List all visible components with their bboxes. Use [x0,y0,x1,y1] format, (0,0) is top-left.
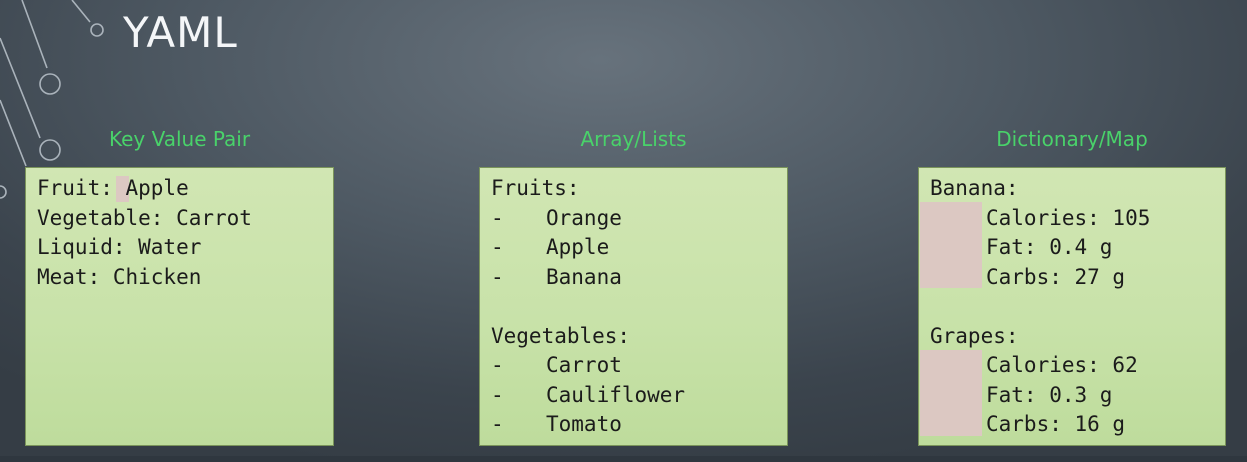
array-lists-panel: Fruits: - Orange - Apple - Banana Vegetable… [479,167,788,446]
map-property: Calories: 105 [930,204,1150,234]
list-dash: - [491,205,504,230]
list-item-value: Tomato [546,412,622,436]
heading-key-value-pair: Key Value Pair [108,127,251,151]
list-item: - Apple [491,233,685,263]
list-dash: - [491,264,504,289]
code-line: Fruit: Apple [37,176,189,200]
list-item-value: Orange [546,205,622,230]
map-property: Calories: 62 [930,351,1150,381]
list-item-value: Cauliflower [546,382,686,407]
circuit-line [0,99,27,167]
code-line: Liquid: Water [37,235,202,259]
map-property-value: Fat: 0.4 g [986,235,1113,259]
map-property: Fat: 0.4 g [930,233,1150,263]
map-property: Carbs: 27 g [930,263,1150,293]
circuit-node [0,185,7,199]
list-dash: - [491,353,504,377]
map-lines: Banana: Calories: 105 Fat: 0.4 g Carbs: … [930,174,1150,440]
circuit-node [39,73,61,95]
list-key: Vegetables: [491,323,631,348]
list-item: - Banana [491,263,685,293]
map-property-value: Carbs: 27 g [986,264,1126,289]
map-key: Banana: [930,176,1019,200]
list-item: - Carrot [491,351,685,381]
bottom-bar [0,456,1247,462]
list-item-value: Carrot [546,353,622,377]
key-value-pair-panel: Fruit: Apple Vegetable: Carrot Liquid: W… [25,167,334,446]
map-property: Fat: 0.3 g [930,381,1150,411]
list-item-value: Apple [546,235,610,259]
map-key: Grapes: [930,323,1019,348]
code-line: Meat: Chicken [37,264,202,289]
list-item: - Cauliflower [491,381,685,411]
blank-line [491,292,685,322]
list-dash: - [491,382,504,407]
map-property: Carbs: 16 g [930,410,1150,440]
map-property-value: Carbs: 16 g [986,412,1126,436]
map-property-value: Calories: 105 [986,205,1151,230]
map-property-value: Fat: 0.3 g [986,382,1113,407]
array-lines: Fruits: - Orange - Apple - Banana Vegetable… [491,174,685,440]
blank-line [930,292,1150,322]
circuit-line [0,37,41,139]
map-property-value: Calories: 62 [986,353,1138,377]
circuit-line [21,0,48,69]
key-value-lines: Fruit: Apple Vegetable: Carrot Liquid: W… [37,174,252,292]
circuit-line [71,0,91,23]
heading-array-lists: Array/Lists [580,127,687,151]
dictionary-map-panel: Banana: Calories: 105 Fat: 0.4 g Carbs: … [918,167,1226,446]
list-dash: - [491,235,504,259]
list-key: Fruits: [491,176,580,200]
code-line: Vegetable: Carrot [37,205,252,230]
heading-dictionary-map: Dictionary/Map [996,127,1148,151]
list-dash: - [491,412,504,436]
list-item-value: Banana [546,264,622,289]
slide-title: YAML [123,8,238,57]
circuit-node [90,23,104,37]
list-item: - Tomato [491,410,685,440]
list-item: - Orange [491,204,685,234]
